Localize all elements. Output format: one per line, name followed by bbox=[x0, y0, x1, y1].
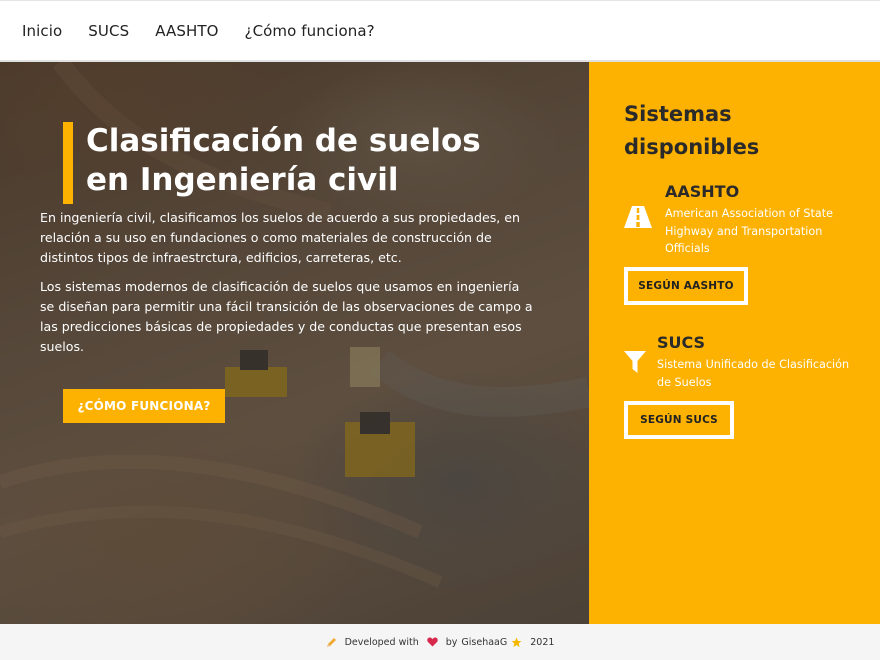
hero-title: Clasificación de suelos en Ingeniería ci… bbox=[86, 122, 533, 200]
footer-developed-with: Developed with bbox=[344, 636, 419, 648]
road-icon bbox=[624, 206, 652, 228]
heart-icon bbox=[427, 637, 438, 647]
hero-title-line2: en Ingeniería civil bbox=[86, 162, 399, 198]
star-icon bbox=[511, 637, 522, 648]
footer-by: by bbox=[445, 636, 458, 648]
title-accent-bar bbox=[63, 122, 73, 204]
sucs-description: Sistema Unificado de Clasificación de Su… bbox=[657, 358, 850, 389]
hero-section: Clasificación de suelos en Ingeniería ci… bbox=[0, 62, 589, 624]
hero-title-line1: Clasificación de suelos bbox=[86, 123, 481, 159]
hero-paragraph-1: En ingeniería civil, clasificamos los su… bbox=[40, 210, 521, 265]
nav-link-sucs[interactable]: SUCS bbox=[88, 22, 129, 40]
hero-content: Clasificación de suelos en Ingeniería ci… bbox=[40, 122, 533, 357]
systems-sidebar: Sistemas disponibles AASHTO American Ass… bbox=[589, 62, 880, 624]
hero-paragraph-2: Los sistemas modernos de clasificación d… bbox=[40, 279, 533, 354]
filter-icon bbox=[624, 351, 646, 373]
footer-author: GisehaaG bbox=[461, 636, 508, 648]
footer-year: 2021 bbox=[530, 636, 555, 648]
segun-aashto-button[interactable]: SEGÚN AASHTO bbox=[624, 267, 748, 305]
sidebar-title: Sistemas disponibles bbox=[624, 102, 760, 159]
footer: Developed with by GisehaaG 2021 bbox=[0, 624, 880, 660]
segun-sucs-button[interactable]: SEGÚN SUCS bbox=[624, 401, 734, 439]
top-navbar: Inicio SUCS AASHTO ¿Cómo funciona? bbox=[0, 0, 880, 62]
aashto-description: American Association of State Highway an… bbox=[665, 207, 834, 255]
pencil-icon bbox=[326, 637, 337, 648]
aashto-title: AASHTO bbox=[665, 182, 740, 201]
nav-link-como-funciona[interactable]: ¿Cómo funciona? bbox=[245, 22, 375, 40]
nav-link-inicio[interactable]: Inicio bbox=[22, 22, 62, 40]
nav-link-aashto[interactable]: AASHTO bbox=[155, 22, 218, 40]
como-funciona-button[interactable]: ¿CÓMO FUNCIONA? bbox=[63, 389, 225, 423]
sucs-title: SUCS bbox=[657, 333, 706, 352]
